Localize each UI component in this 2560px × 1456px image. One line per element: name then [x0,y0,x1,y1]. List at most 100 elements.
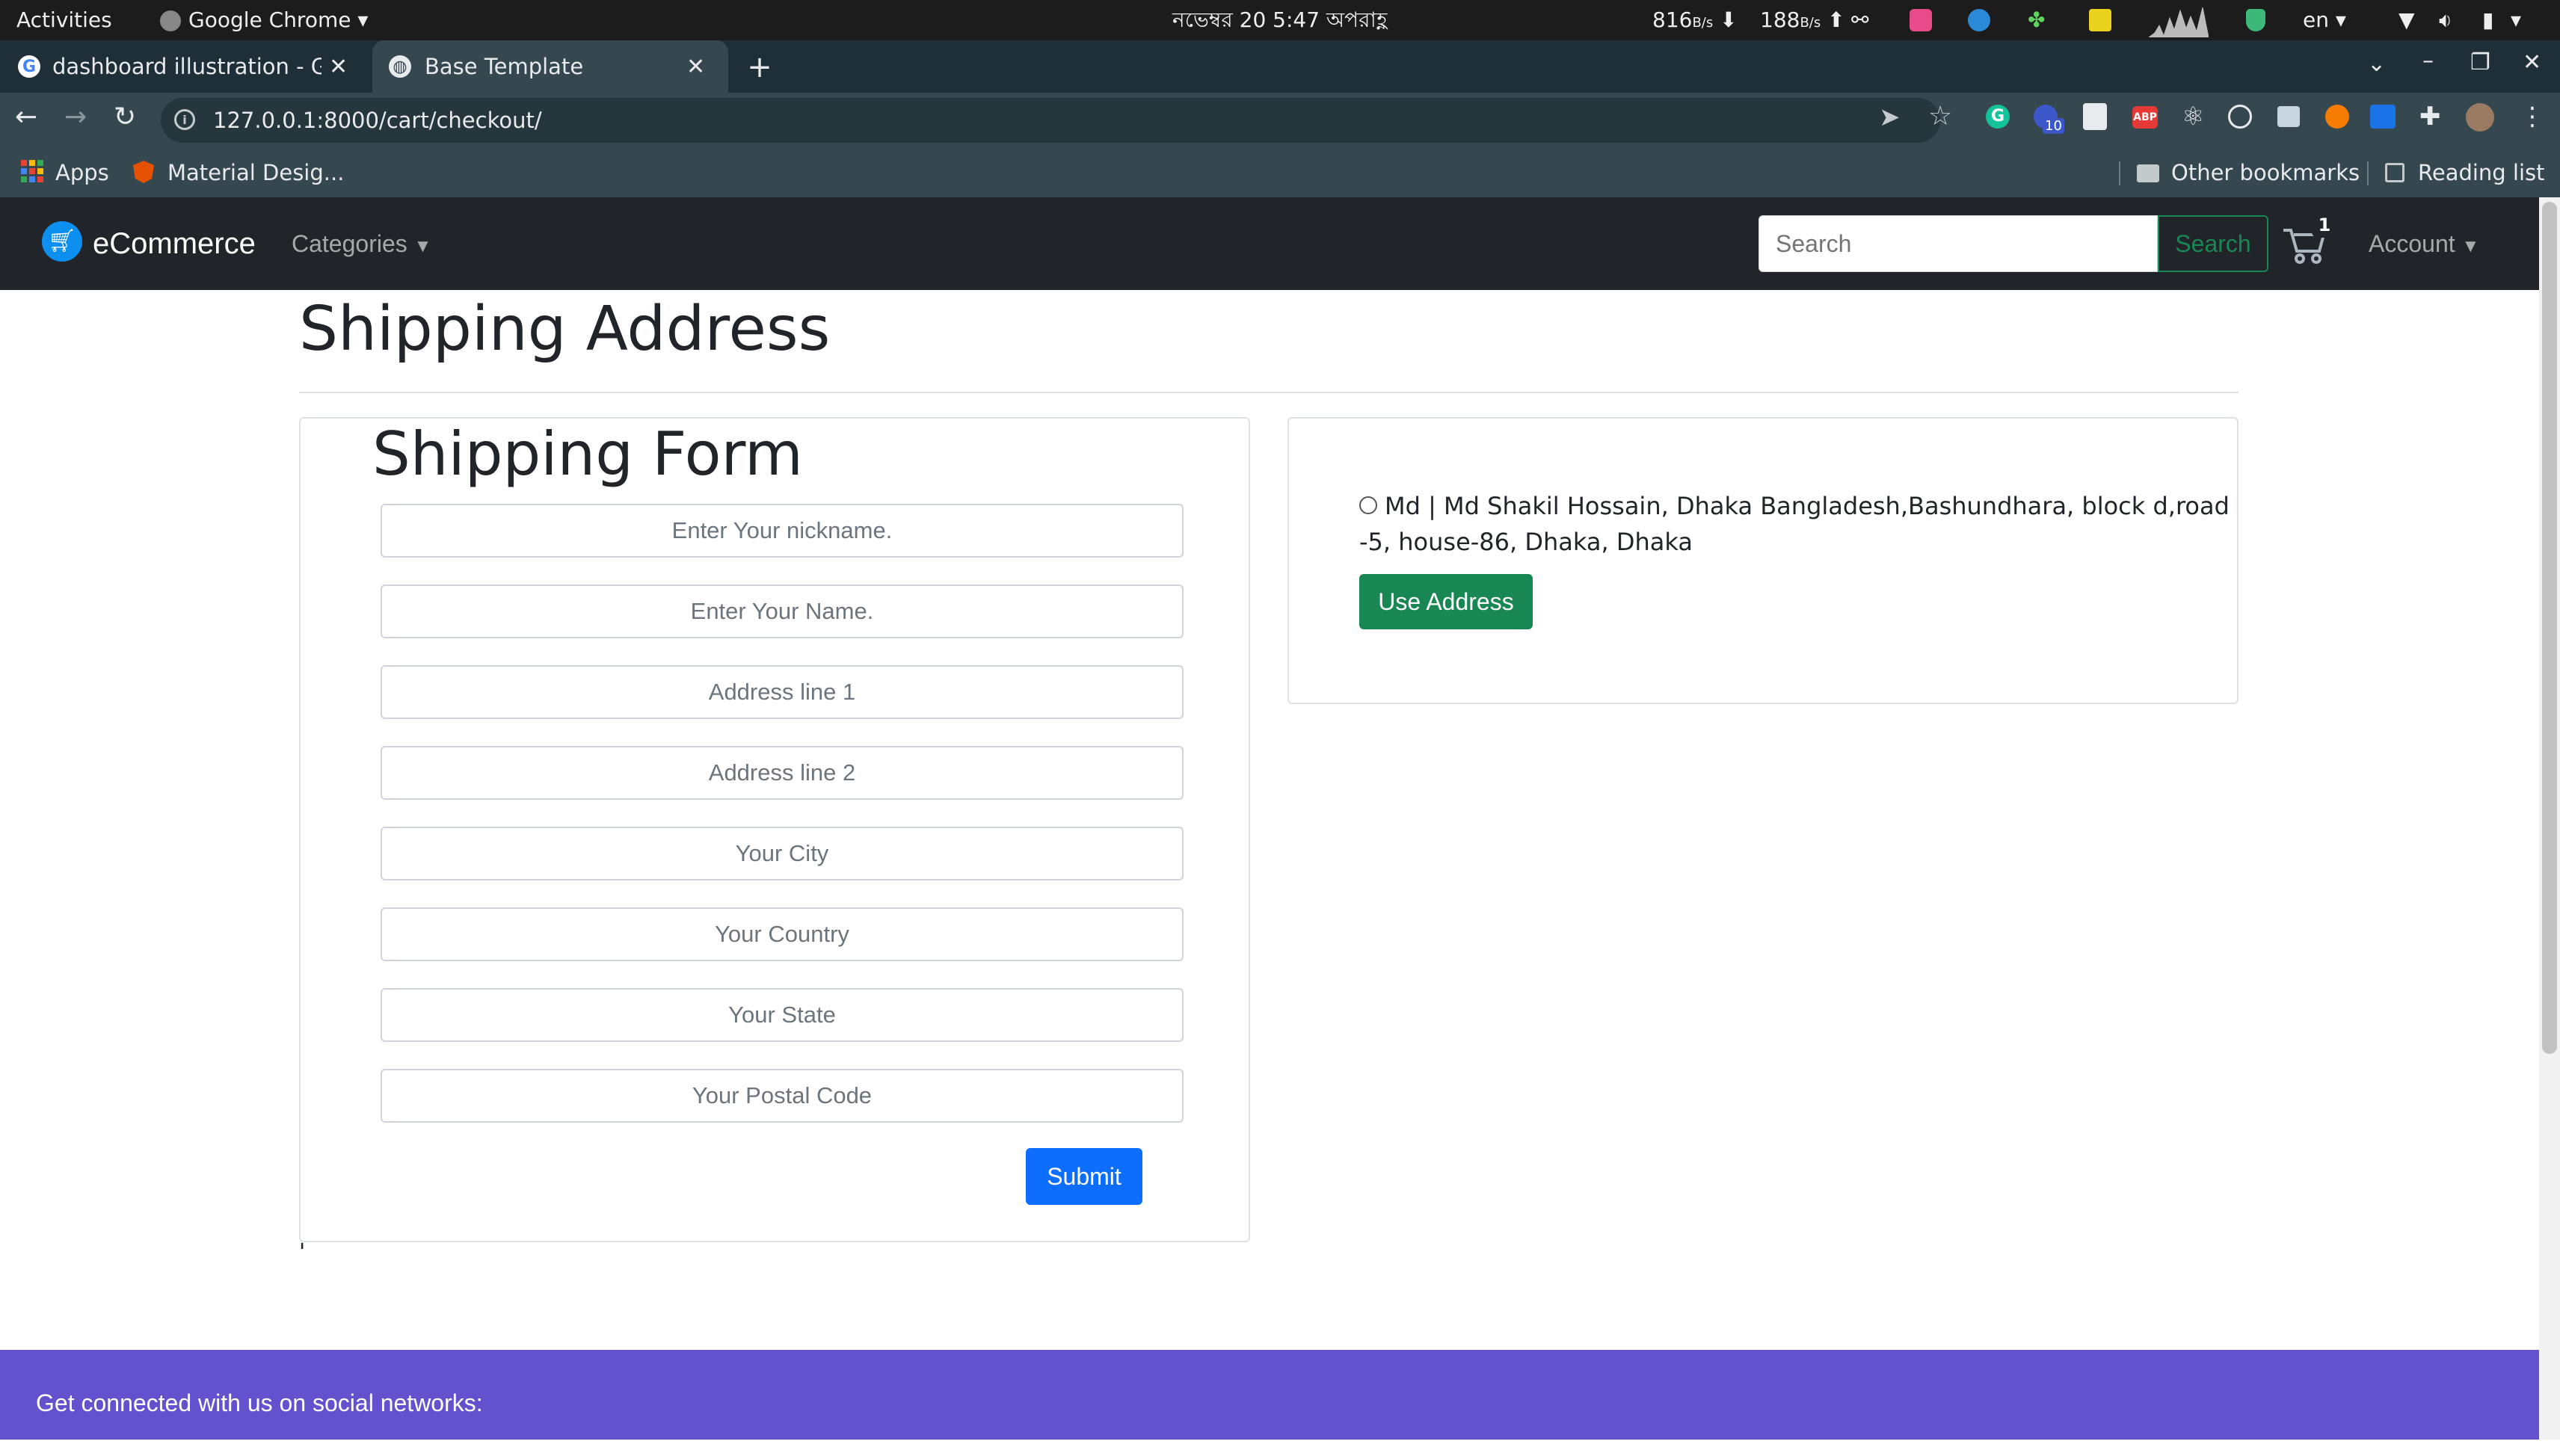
bookmarks-divider [2367,161,2369,185]
tab-base-template[interactable]: ◍ Base Template ✕ [372,40,728,93]
address-bar[interactable]: i 127.0.0.1:8000/cart/checkout/ ➤ ☆ [161,98,1952,143]
info-icon[interactable]: i [174,109,195,130]
arrow-down-icon: ⬇ [1720,7,1738,32]
categories-label: Categories [292,230,407,257]
back-arrow-icon[interactable]: ← [15,102,37,132]
tray-clover-icon[interactable]: ✤ [2028,0,2045,40]
tab-dashboard-illustration[interactable]: G dashboard illustration - G ✕ [18,40,362,93]
star-bookmark-icon[interactable]: ☆ [1928,101,1952,132]
nickname-field[interactable] [381,504,1184,558]
globe-icon: ◍ [389,55,411,78]
city-field[interactable] [381,827,1184,880]
wordpress-icon[interactable] [2228,105,2252,129]
close-icon[interactable]: ✕ [686,54,705,80]
site-footer: Get connected with us on social networks… [0,1350,2539,1440]
system-top-bar: Activities Google Chrome ▾ নভেম্বর 20 5:… [0,0,2560,40]
caret-down-icon: ▾ [2335,7,2346,32]
tab-strip: G dashboard illustration - G ✕ ◍ Base Te… [0,40,2560,93]
link-icon[interactable]: ⚯ [1851,0,1868,40]
submit-button[interactable]: Submit [1026,1148,1142,1205]
chrome-icon [160,10,181,31]
net-up-unit: B/s [1800,15,1821,31]
tray-app-icon[interactable] [1910,9,1932,31]
menu-kebab-icon[interactable]: ⋮ [2520,102,2545,132]
saved-address-line2: -5, house-86, Dhaka, Dhaka [1359,528,1693,556]
address-radio[interactable] [1359,496,1377,514]
scrollbar-thumb[interactable] [2542,202,2557,1054]
extension-building-icon[interactable] [2083,103,2107,130]
language-label: en [2303,7,2329,32]
other-bookmarks[interactable]: Other bookmarks [2171,148,2360,197]
address-line1-field[interactable] [381,665,1184,719]
account-dropdown[interactable]: Account ▼ [2369,197,2479,293]
window-close-icon[interactable]: ✕ [2523,49,2541,75]
forward-arrow-icon[interactable]: → [64,102,87,132]
address-line2-field[interactable] [381,746,1184,800]
teamviewer-icon[interactable] [1968,9,1990,31]
close-icon[interactable]: ✕ [329,54,348,80]
extension-icon[interactable]: 10 [2034,105,2064,134]
app-name: Google Chrome [188,7,351,32]
clock[interactable]: নভেম্বর 20 5:47 অপরাহ্ণ [1172,0,1387,40]
react-devtools-icon[interactable]: ⚛ [2182,102,2204,132]
grammarly-icon[interactable]: G [1986,105,2010,129]
net-up-value: 188 [1760,7,1800,32]
name-field[interactable] [381,584,1184,638]
app-menu[interactable]: Google Chrome ▾ [160,0,368,40]
tab-search-chevron-icon[interactable]: ⌄ [2367,51,2386,77]
bookmarks-divider [2119,161,2120,185]
bookmark-material-design[interactable]: Material Desig... [167,148,344,197]
extension-window-icon[interactable] [2277,106,2300,127]
system-menu-caret-icon[interactable]: ▾ [2511,0,2521,40]
shield-icon[interactable] [2246,9,2265,31]
net-down-value: 816 [1652,7,1693,32]
apps-grid-icon [21,160,43,182]
url-text: 127.0.0.1:8000/cart/checkout/ [213,108,542,133]
adblock-icon[interactable]: ABP [2132,106,2158,129]
cart-button[interactable]: 1 [2282,212,2337,269]
google-icon: G [18,55,40,78]
puzzle-extensions-icon[interactable]: ✚ [2419,102,2441,132]
state-field[interactable] [381,988,1184,1042]
minimize-icon[interactable]: – [2422,48,2434,74]
restore-icon[interactable]: ❐ [2470,49,2490,75]
title-divider [299,392,2239,393]
system-monitor-graph-icon[interactable] [2149,3,2209,37]
extension-badge: 10 [2043,118,2064,134]
notes-icon[interactable] [2089,9,2111,31]
translate-icon[interactable] [2370,105,2396,129]
cart-logo-icon[interactable]: 🛒︎ [42,221,82,262]
activities-button[interactable]: Activities [16,0,112,40]
battery-icon[interactable]: ▮ [2482,0,2493,40]
reading-list[interactable]: Reading list [2418,148,2545,197]
tab-title: dashboard illustration - G [52,54,321,79]
postal-code-field[interactable] [381,1069,1184,1123]
social-networks-text: Get connected with us on social networks… [36,1389,483,1416]
net-up-indicator: 188B/s ⬆ [1760,0,1845,40]
wifi-icon[interactable]: ▼ [2399,0,2415,40]
caret-down-icon: ▼ [2461,236,2480,256]
categories-dropdown[interactable]: Categories ▼ [292,197,431,293]
use-address-button[interactable]: Use Address [1359,574,1533,629]
net-down-unit: B/s [1692,15,1714,31]
search-button[interactable]: Search [2158,215,2268,272]
country-field[interactable] [381,907,1184,961]
volume-icon[interactable]: 🔉︎ [2439,0,2452,40]
net-down-indicator: 816B/s ⬇ [1652,0,1738,40]
stray-mark: ' [299,1239,306,1265]
search-input[interactable] [1759,215,2158,272]
account-label: Account [2369,230,2455,257]
form-title: Shipping Form [372,419,803,489]
site-navbar: 🛒︎ eCommerce Categories ▼ Search 1 Accou… [0,197,2539,290]
extension-orange-icon[interactable] [2325,105,2349,129]
new-tab-plus-icon[interactable]: + [743,50,776,84]
brand-name[interactable]: eCommerce [93,197,256,290]
profile-avatar[interactable] [2466,103,2494,132]
arrow-up-icon: ⬆ [1827,7,1845,32]
saved-address-card [1287,417,2239,704]
reload-icon[interactable]: ↻ [114,102,136,132]
reading-list-icon [2385,163,2404,182]
language-indicator[interactable]: en ▾ [2303,0,2346,40]
send-icon[interactable]: ➤ [1879,102,1901,132]
bookmark-apps[interactable]: Apps [55,148,109,197]
